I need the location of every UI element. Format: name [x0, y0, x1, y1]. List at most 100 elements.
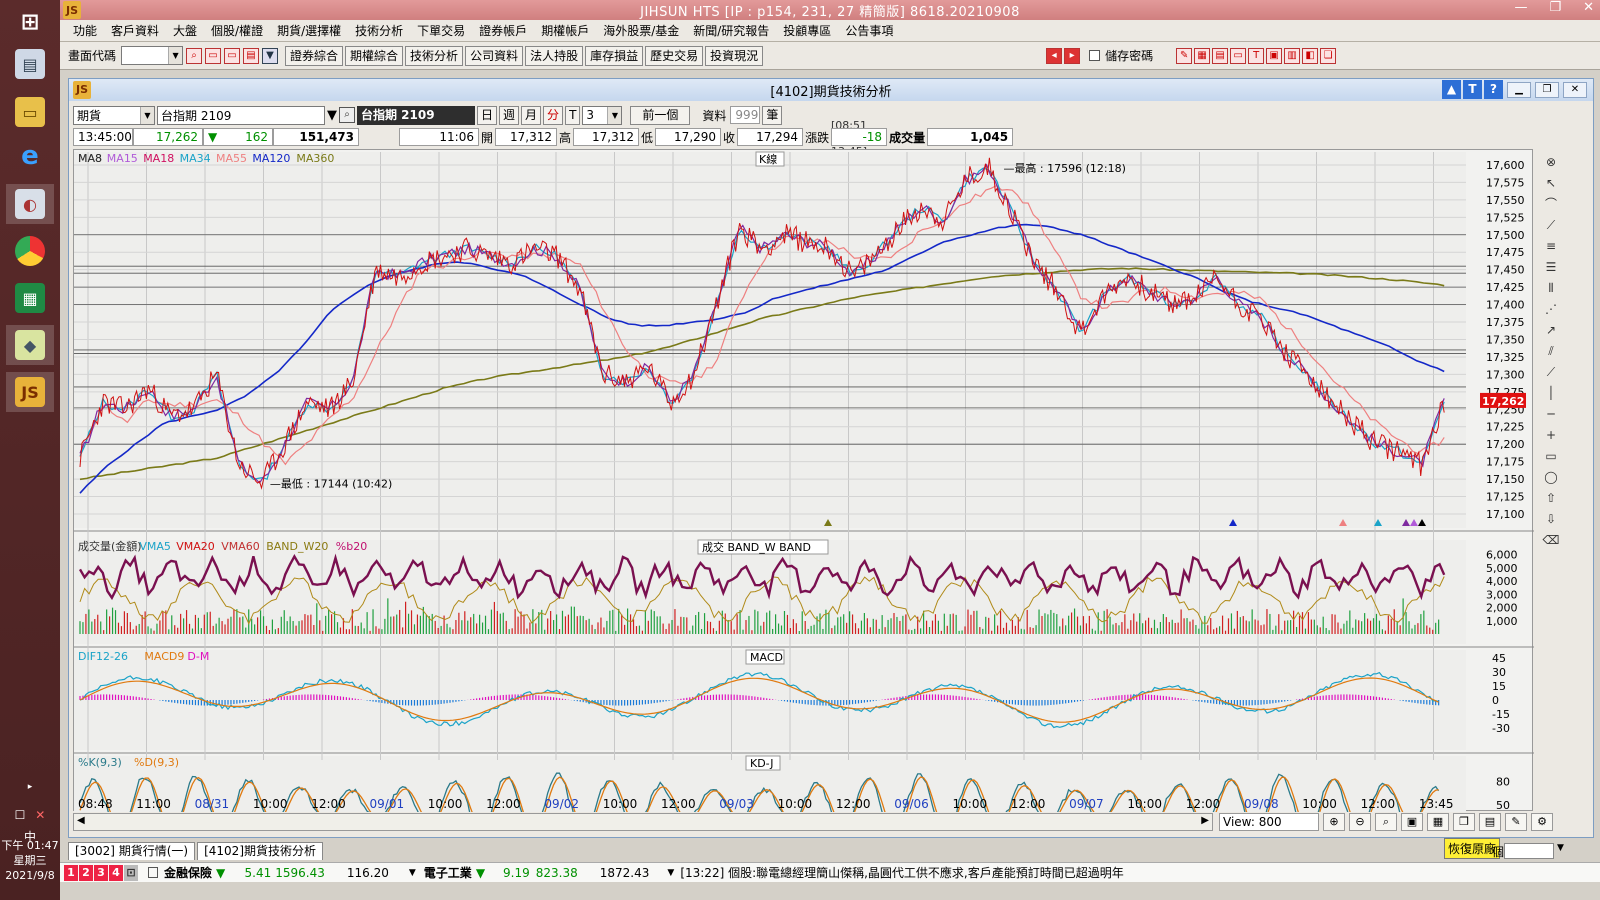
gann-tool-icon[interactable]: ⋰	[1542, 300, 1560, 318]
layout-icon[interactable]: ▥	[1284, 47, 1301, 64]
vlines-tool-icon[interactable]: ⦀	[1542, 279, 1560, 297]
fib-tool-icon[interactable]: ≡	[1542, 237, 1560, 255]
search-icon[interactable]: ⌕	[186, 47, 203, 64]
magnifier-icon[interactable]: ⌕	[339, 107, 355, 123]
tab-1[interactable]: [4102]期貨技術分析	[197, 842, 323, 860]
paint-icon[interactable]: ◐	[6, 184, 54, 224]
fit-icon[interactable]: ▣	[1401, 813, 1423, 831]
toolbar-button-5[interactable]: 庫存損益	[585, 45, 644, 66]
page-3-button[interactable]: 3	[94, 864, 108, 881]
arrow-up-icon[interactable]: ▲	[1442, 80, 1461, 99]
page-1-button[interactable]: 1	[64, 864, 78, 881]
menu-item-12[interactable]: 公告事項	[838, 22, 900, 39]
task-view-icon[interactable]: ▤	[6, 44, 54, 84]
save-password-checkbox[interactable]	[1089, 50, 1101, 61]
prev-contract-button[interactable]: 前一個	[630, 105, 691, 125]
stock-query-dropdown-icon[interactable]: ▼	[1557, 843, 1564, 853]
cascade-icon[interactable]: ❏	[1320, 47, 1337, 64]
draw-icon[interactable]: ✎	[1176, 47, 1193, 64]
toolbar-button-7[interactable]: 投資現況	[705, 45, 764, 66]
toolbar-button-3[interactable]: 公司資料	[465, 45, 524, 66]
menu-item-11[interactable]: 投顧專區	[776, 22, 838, 39]
help-icon[interactable]: ?	[1484, 80, 1503, 99]
jihsun-app-icon[interactable]: JS	[6, 372, 54, 412]
windows-start-icon[interactable]: ⊞	[6, 2, 54, 42]
internet-explorer-icon[interactable]: e	[6, 136, 54, 176]
hlines-tool-icon[interactable]: ☰	[1542, 258, 1560, 276]
scroll-right-icon[interactable]: ▶	[1201, 815, 1209, 826]
dropdown-icon[interactable]: ▼	[262, 47, 279, 64]
zoom-in-icon[interactable]: ⊕	[1323, 813, 1345, 831]
ray-tool-icon[interactable]: ↗	[1542, 321, 1560, 339]
tool-icon-2[interactable]: ▭	[205, 47, 222, 64]
period-button-2[interactable]: 月	[521, 105, 542, 125]
taskbar-clock[interactable]: 下午 01:47 星期三 2021/9/8	[0, 838, 60, 883]
menu-item-1[interactable]: 客戶資料	[104, 22, 166, 39]
period-button-0[interactable]: 日	[477, 105, 498, 125]
toolbar-button-4[interactable]: 法人持股	[525, 45, 584, 66]
toolbar-button-1[interactable]: 期權綜合	[345, 45, 404, 66]
screen-code-input[interactable]: ▼	[121, 46, 184, 65]
find-icon[interactable]: ⌕	[1375, 813, 1397, 831]
excel-icon[interactable]: ▦	[6, 278, 54, 318]
menu-item-6[interactable]: 下單交易	[410, 22, 472, 39]
tool-icon-4[interactable]: ▤	[243, 47, 260, 64]
ellipse-icon[interactable]: ◯	[1542, 468, 1560, 486]
chevron-up-icon[interactable]: ▸	[0, 782, 60, 792]
copy-icon[interactable]: ❐	[1453, 813, 1475, 831]
sector-checkbox[interactable]	[148, 867, 158, 878]
pointer-tool-icon[interactable]: ↖	[1542, 174, 1560, 192]
cancel-tool-icon[interactable]: ⊗	[1542, 153, 1560, 171]
menu-item-8[interactable]: 期權帳戶	[534, 22, 596, 39]
type-select[interactable]: 期貨 ▼	[73, 105, 155, 125]
arrow-up-marker-icon[interactable]: ⇧	[1542, 489, 1560, 507]
window-icon[interactable]: ▭	[1230, 47, 1247, 64]
tab-0[interactable]: [3002] 期貨行情(一)	[68, 842, 196, 860]
page-2-button[interactable]: 2	[79, 864, 93, 881]
crosshair-icon[interactable]: +	[1542, 426, 1560, 444]
notes-app-icon[interactable]: ◆	[6, 325, 54, 365]
mute-icon[interactable]: ✕	[35, 808, 45, 822]
restore-icon[interactable]: ❐	[1549, 0, 1561, 15]
arrow-down-marker-icon[interactable]: ⇩	[1542, 510, 1560, 528]
print-icon[interactable]: ▤	[1479, 813, 1501, 831]
menu-item-2[interactable]: 大盤	[166, 22, 204, 39]
view-count[interactable]: View: 800	[1219, 813, 1319, 831]
menu-item-9[interactable]: 海外股票/基金	[596, 22, 686, 39]
channel-tool-icon[interactable]: ⫽	[1542, 342, 1560, 360]
menu-item-10[interactable]: 新聞/研究報告	[686, 22, 776, 39]
text-icon[interactable]: T	[1248, 47, 1265, 64]
network-icon[interactable]: ☐	[15, 808, 26, 822]
contract-dropdown-icon[interactable]: ▼	[327, 108, 337, 123]
lock-icon[interactable]: ⊡	[124, 864, 138, 881]
close-icon[interactable]: ✕	[1583, 0, 1594, 15]
data-count-input[interactable]: 999	[730, 106, 761, 124]
pen-icon[interactable]: ✎	[1505, 813, 1527, 831]
prev-icon[interactable]: ◂	[1046, 47, 1063, 64]
trend-tool-icon[interactable]: ⟋	[1542, 363, 1560, 381]
menu-item-7[interactable]: 證券帳戶	[472, 22, 534, 39]
toolbar-button-2[interactable]: 技術分析	[405, 45, 464, 66]
table-icon[interactable]: ▤	[1212, 47, 1229, 64]
toolbar-button-6[interactable]: 歷史交易	[645, 45, 704, 66]
menu-item-3[interactable]: 個股/權證	[204, 22, 270, 39]
t-button-icon[interactable]: T	[1463, 80, 1482, 99]
fan-tool-icon[interactable]: ⟋	[1542, 216, 1560, 234]
rectangle-icon[interactable]: ▭	[1542, 447, 1560, 465]
data-unit-button[interactable]: 筆	[762, 105, 783, 125]
menu-item-5[interactable]: 技術分析	[348, 22, 410, 39]
tool-icon-3[interactable]: ▭	[224, 47, 241, 64]
news-ticker[interactable]: [13:22] 個股:聯電總經理簡山傑稱,晶圓代工供不應求,客戶產能預訂時間已超…	[680, 864, 1123, 881]
period-button-3[interactable]: 分	[543, 105, 564, 125]
settings-icon[interactable]: ⚙	[1531, 813, 1553, 831]
minimize-icon[interactable]: —	[1514, 0, 1527, 15]
next-icon[interactable]: ▸	[1064, 47, 1081, 64]
period-select[interactable]: 3 ▼	[582, 105, 623, 125]
toolbar-button-0[interactable]: 證券綜合	[285, 45, 344, 66]
chrome-icon[interactable]	[6, 231, 54, 271]
news-icon[interactable]: ▣	[1266, 47, 1283, 64]
menu-item-0[interactable]: 功能	[66, 22, 104, 39]
scroll-left-icon[interactable]: ◀	[77, 815, 85, 826]
child-restore-icon[interactable]: ❐	[1535, 82, 1559, 98]
arc-tool-icon[interactable]: ⌒	[1542, 195, 1560, 213]
